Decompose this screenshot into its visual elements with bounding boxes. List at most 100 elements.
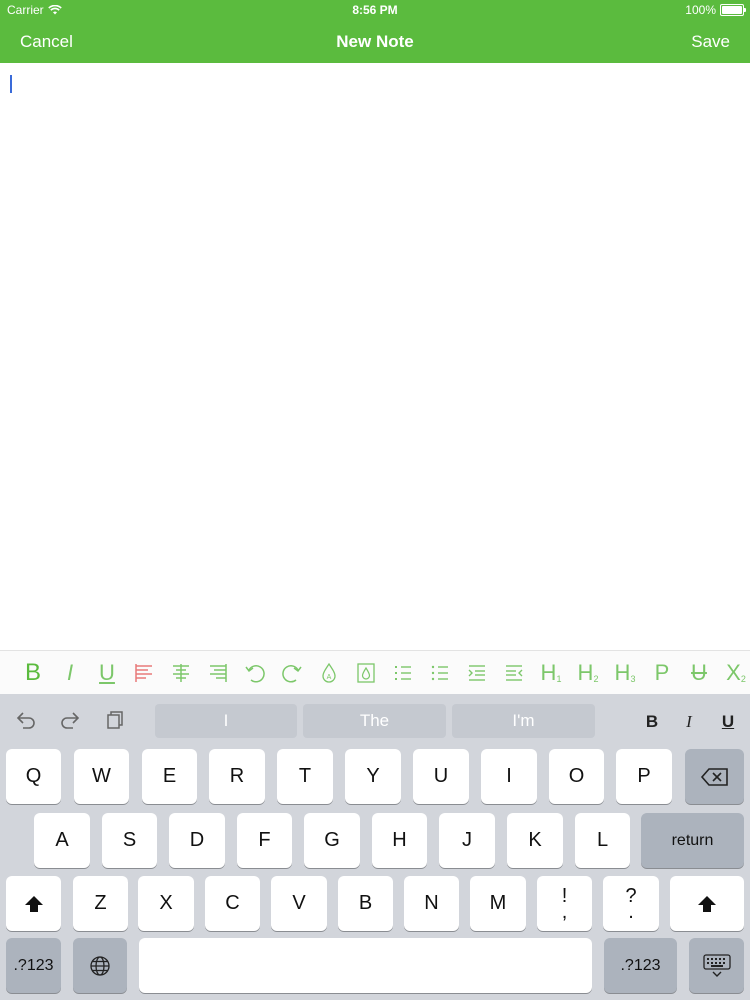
bullet-list-button[interactable] bbox=[424, 651, 456, 695]
outdent-icon bbox=[506, 665, 523, 681]
backspace-icon bbox=[700, 767, 728, 786]
key-q[interactable]: Q bbox=[6, 749, 61, 804]
key-i[interactable]: I bbox=[481, 749, 537, 804]
key-p[interactable]: P bbox=[616, 749, 672, 804]
heading-1-button[interactable]: H1 bbox=[535, 651, 567, 695]
formatting-toolbar: B I U A H1 H2 H3 P U X 2 bbox=[0, 650, 750, 695]
numbers-key-right[interactable]: .?123 bbox=[604, 938, 677, 993]
redo-arrow-icon bbox=[61, 712, 80, 729]
comma-label: , bbox=[561, 900, 568, 923]
bold-format-button[interactable]: B bbox=[17, 651, 49, 695]
undo-format-button[interactable] bbox=[239, 651, 271, 695]
key-exclamation-comma[interactable]: ! , bbox=[537, 876, 592, 931]
suggestion-1[interactable]: I bbox=[155, 704, 297, 738]
heading-2-label: H bbox=[577, 660, 594, 685]
note-editor[interactable] bbox=[0, 63, 750, 650]
bold-label: B bbox=[24, 659, 41, 686]
key-h[interactable]: H bbox=[372, 813, 427, 868]
undo-arrow-icon bbox=[16, 712, 35, 729]
delete-key[interactable] bbox=[685, 749, 744, 804]
heading-3-subscript: 3 bbox=[630, 674, 636, 684]
numbered-list-icon bbox=[395, 666, 411, 680]
heading-1-subscript: 1 bbox=[556, 674, 562, 684]
paragraph-button[interactable]: P bbox=[646, 651, 678, 695]
align-left-button[interactable] bbox=[128, 651, 160, 695]
key-t[interactable]: T bbox=[277, 749, 333, 804]
status-time: 8:56 PM bbox=[352, 3, 398, 17]
page-title: New Note bbox=[336, 32, 414, 51]
key-b[interactable]: B bbox=[338, 876, 393, 931]
align-left-icon bbox=[135, 664, 152, 682]
globe-key[interactable] bbox=[73, 938, 127, 993]
key-g[interactable]: G bbox=[304, 813, 360, 868]
key-z[interactable]: Z bbox=[73, 876, 128, 931]
align-right-button[interactable] bbox=[202, 651, 234, 695]
right-shift-key[interactable] bbox=[670, 876, 744, 931]
strikethrough-label: U bbox=[691, 660, 707, 685]
key-x[interactable]: X bbox=[138, 876, 194, 931]
key-j[interactable]: J bbox=[439, 813, 495, 868]
bullet-list-icon bbox=[431, 665, 448, 681]
align-center-button[interactable] bbox=[165, 651, 197, 695]
left-shift-key[interactable] bbox=[6, 876, 61, 931]
key-c[interactable]: C bbox=[205, 876, 260, 931]
globe-icon bbox=[90, 955, 110, 976]
key-question-period[interactable]: ? . bbox=[603, 876, 659, 931]
key-f[interactable]: F bbox=[237, 813, 292, 868]
key-e[interactable]: E bbox=[142, 749, 197, 804]
strikethrough-button[interactable]: U bbox=[683, 651, 715, 695]
heading-2-subscript: 2 bbox=[593, 674, 599, 684]
paste-icon bbox=[107, 711, 123, 729]
dismiss-keyboard-key[interactable] bbox=[689, 938, 744, 993]
key-w[interactable]: W bbox=[74, 749, 129, 804]
key-n[interactable]: N bbox=[404, 876, 459, 931]
save-button[interactable]: Save bbox=[691, 32, 730, 52]
keyboard-italic-button[interactable]: I bbox=[677, 710, 701, 734]
keyboard-undo-button[interactable] bbox=[12, 708, 40, 732]
keyboard-underline-button[interactable]: U bbox=[716, 710, 740, 734]
numbered-list-button[interactable] bbox=[387, 651, 419, 695]
key-u[interactable]: U bbox=[413, 749, 469, 804]
numbers-key-left[interactable]: .?123 bbox=[6, 938, 61, 993]
key-r[interactable]: R bbox=[209, 749, 265, 804]
heading-3-label: H bbox=[614, 660, 631, 685]
underline-format-button[interactable]: U bbox=[91, 651, 123, 695]
key-v[interactable]: V bbox=[271, 876, 327, 931]
paragraph-label: P bbox=[654, 660, 670, 685]
status-bar: Carrier 8:56 PM 100% bbox=[0, 0, 750, 22]
suggestion-3[interactable]: I'm bbox=[452, 704, 595, 738]
keyboard-paste-button[interactable] bbox=[101, 708, 129, 732]
keyboard-bold-button[interactable]: B bbox=[640, 710, 664, 734]
italic-format-button[interactable]: I bbox=[54, 651, 86, 695]
heading-3-button[interactable]: H3 bbox=[609, 651, 641, 695]
heading-2-button[interactable]: H2 bbox=[572, 651, 604, 695]
suggestion-2[interactable]: The bbox=[303, 704, 446, 738]
shift-icon bbox=[698, 895, 716, 912]
return-key[interactable]: return bbox=[641, 813, 744, 868]
keyboard-shortcut-bar: I The I'm B I U bbox=[0, 694, 750, 746]
key-s[interactable]: S bbox=[102, 813, 157, 868]
space-key[interactable] bbox=[139, 938, 592, 993]
text-color-button[interactable]: A bbox=[313, 651, 345, 695]
highlight-color-button[interactable] bbox=[350, 651, 382, 695]
redo-icon bbox=[282, 665, 302, 683]
key-d[interactable]: D bbox=[169, 813, 225, 868]
subscript-button[interactable]: X2 bbox=[720, 651, 750, 695]
top-bar: Carrier 8:56 PM 100% Cancel New Note Sav… bbox=[0, 0, 750, 63]
indent-icon bbox=[468, 665, 485, 681]
key-y[interactable]: Y bbox=[345, 749, 401, 804]
svg-text:A: A bbox=[327, 674, 332, 681]
italic-label: I bbox=[66, 660, 74, 685]
key-l[interactable]: L bbox=[575, 813, 630, 868]
redo-format-button[interactable] bbox=[276, 651, 308, 695]
indent-button[interactable] bbox=[461, 651, 493, 695]
key-a[interactable]: A bbox=[34, 813, 90, 868]
keyboard-redo-button[interactable] bbox=[56, 708, 84, 732]
period-label: . bbox=[628, 900, 634, 923]
exclamation-comma-labels: ! , bbox=[561, 886, 568, 923]
key-o[interactable]: O bbox=[549, 749, 604, 804]
battery-info: 100% bbox=[685, 3, 746, 17]
key-m[interactable]: M bbox=[470, 876, 526, 931]
outdent-button[interactable] bbox=[498, 651, 530, 695]
key-k[interactable]: K bbox=[507, 813, 563, 868]
